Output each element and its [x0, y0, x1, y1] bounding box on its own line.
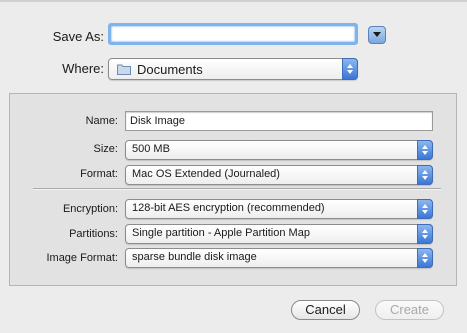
name-field[interactable]: Disk Image — [125, 111, 433, 131]
popup-arrows-icon — [417, 199, 433, 219]
encryption-selected: 128-bit AES encryption (recommended) — [132, 202, 325, 214]
encryption-popup[interactable]: 128-bit AES encryption (recommended) — [125, 199, 433, 219]
popup-arrows-icon — [417, 248, 433, 268]
format-popup[interactable]: Mac OS Extended (Journaled) — [125, 165, 433, 185]
format-label: Format: — [80, 168, 118, 180]
partitions-popup[interactable]: Single partition - Apple Partition Map — [125, 224, 433, 244]
partitions-label: Partitions: — [69, 228, 118, 240]
folder-icon — [117, 64, 131, 75]
image-format-label: Image Format: — [46, 252, 118, 264]
save-as-label: Save As: — [52, 29, 104, 44]
create-button[interactable]: Create — [375, 300, 444, 320]
name-label: Name: — [85, 115, 118, 127]
partitions-selected: Single partition - Apple Partition Map — [132, 227, 310, 239]
name-value: Disk Image — [130, 115, 186, 127]
where-label: Where: — [62, 61, 104, 76]
format-selected: Mac OS Extended (Journaled) — [132, 168, 280, 180]
size-label: Size: — [93, 143, 118, 155]
popup-arrows-icon — [417, 165, 433, 185]
popup-arrows-icon — [417, 140, 433, 160]
cancel-button[interactable]: Cancel — [291, 300, 360, 320]
popup-arrows-icon — [342, 58, 358, 80]
image-format-selected: sparse bundle disk image — [132, 251, 257, 263]
encryption-label: Encryption: — [62, 203, 118, 215]
size-popup[interactable]: 500 MB — [125, 140, 433, 160]
where-selected: Documents — [137, 62, 203, 77]
save-as-field[interactable] — [108, 23, 358, 45]
separator — [33, 188, 441, 190]
chevron-down-icon — [373, 32, 381, 37]
where-popup[interactable]: Documents — [108, 58, 358, 80]
popup-arrows-icon — [417, 224, 433, 244]
size-selected: 500 MB — [132, 143, 170, 155]
expand-browser-button[interactable] — [368, 26, 386, 44]
window-top-edge — [0, 0, 467, 2]
image-format-popup[interactable]: sparse bundle disk image — [125, 248, 433, 268]
